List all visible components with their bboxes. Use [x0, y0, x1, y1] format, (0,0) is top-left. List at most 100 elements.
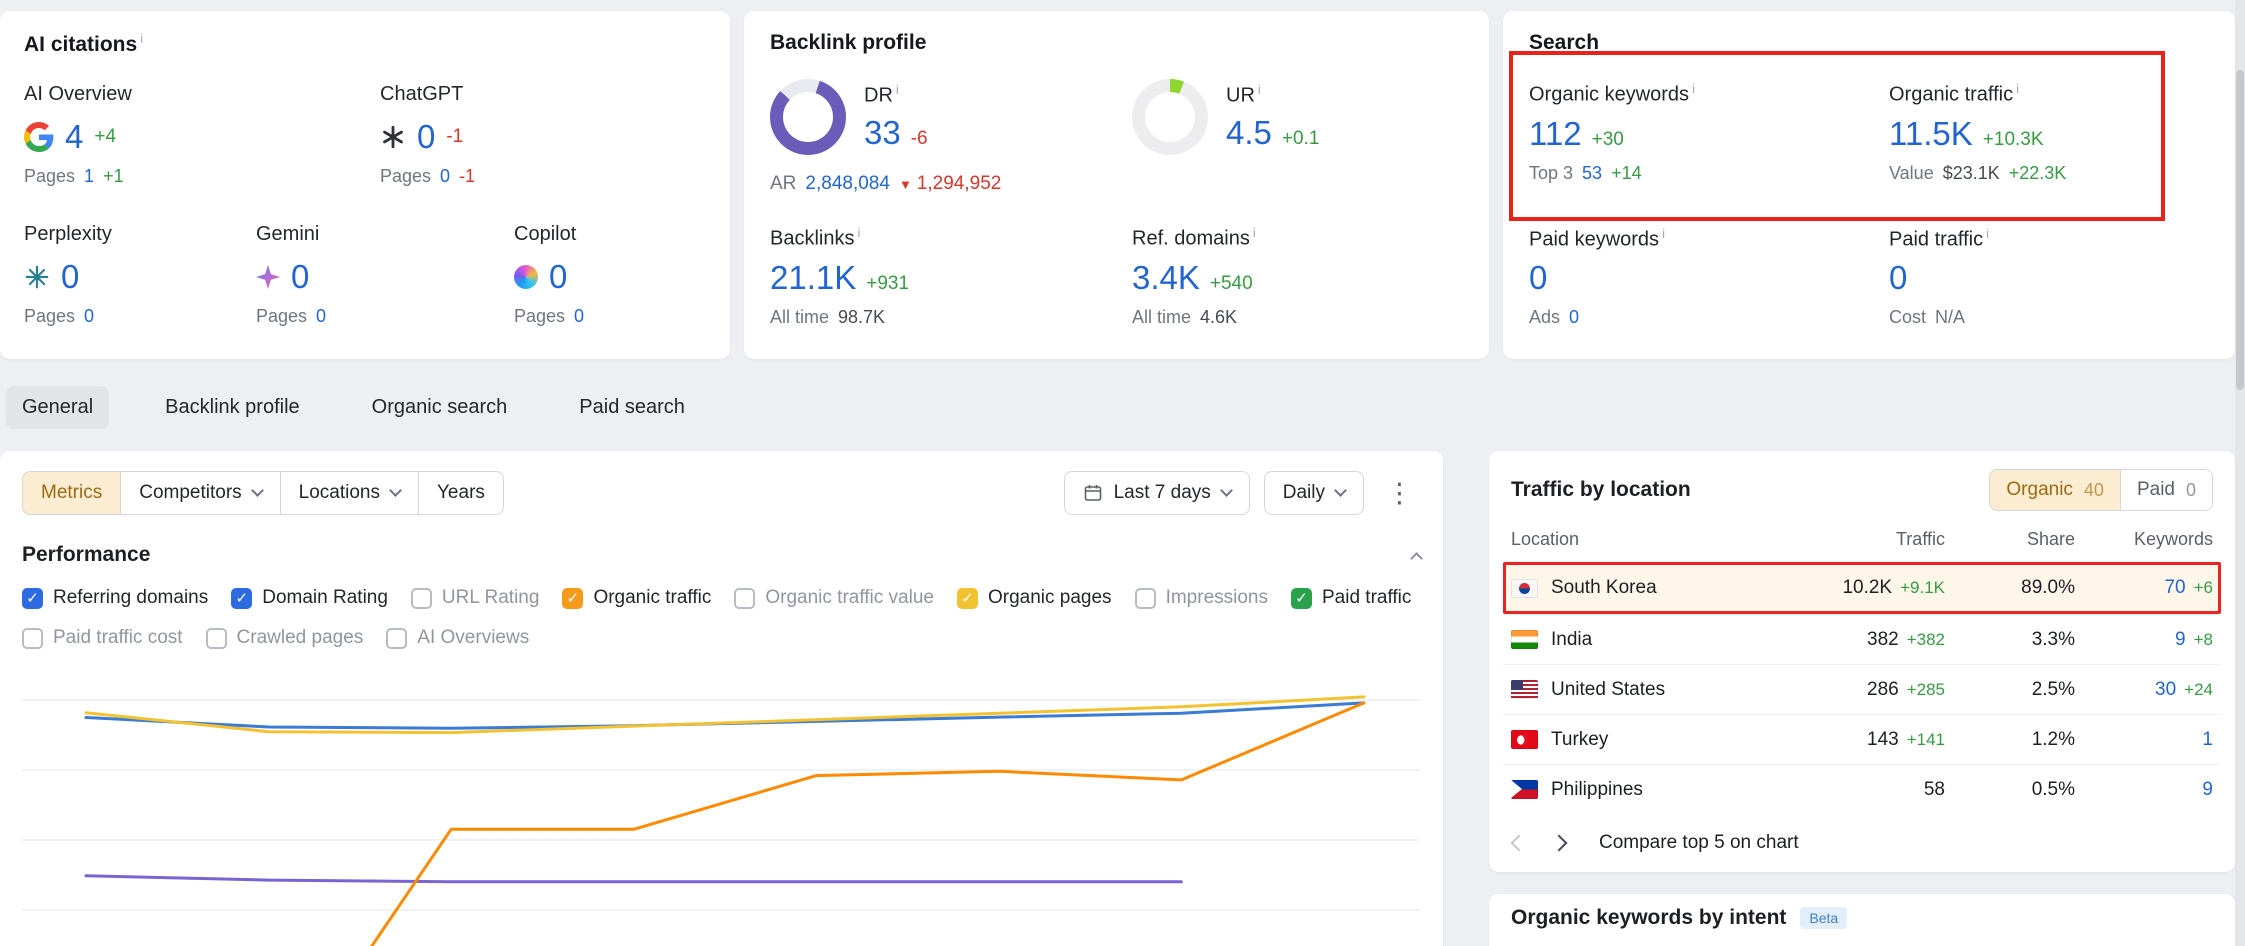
location-row[interactable]: South Korea10.2K+9.1K89.0%70+6: [1503, 562, 2221, 614]
pages-value[interactable]: 1: [84, 166, 94, 187]
scrollbar[interactable]: [2235, 0, 2245, 946]
ai-citation-value[interactable]: 0: [417, 118, 435, 156]
dr-label: DR: [864, 85, 893, 107]
metric-toggle-organic-traffic[interactable]: ✓Organic traffic: [562, 587, 711, 609]
ref-domains-block: Ref. domainsi 3.4K +540 All time 4.6K: [1132, 225, 1463, 328]
keywords-cell: 9+8: [2075, 629, 2213, 651]
metric-toggle-organic-traffic-value[interactable]: Organic traffic value: [734, 587, 934, 609]
more-options-button[interactable]: ⋮: [1378, 476, 1421, 511]
ai-source-name: AI Overview: [24, 83, 380, 106]
metric-toggle-referring-domains[interactable]: ✓Referring domains: [22, 587, 208, 609]
location-row[interactable]: India382+3823.3%9+8: [1503, 614, 2221, 664]
metric-toggle-organic-pages[interactable]: ✓Organic pages: [957, 587, 1112, 609]
date-range-label: Last 7 days: [1114, 482, 1211, 504]
granularity-dropdown[interactable]: Daily: [1264, 471, 1364, 515]
ai-source-name: Gemini: [256, 223, 514, 246]
keywords-value[interactable]: 30: [2155, 679, 2176, 701]
traffic-by-location-card: Traffic by location Organic 40 Paid 0: [1489, 451, 2235, 872]
granularity-label: Daily: [1283, 482, 1325, 504]
ai-citation-value[interactable]: 0: [549, 258, 567, 296]
ai-citation-value[interactable]: 4: [65, 118, 83, 156]
location-cell: India: [1511, 629, 1745, 651]
metric-toggle-impressions[interactable]: Impressions: [1135, 587, 1268, 609]
location-name: South Korea: [1551, 577, 1657, 599]
ai-citation-value[interactable]: 0: [61, 258, 79, 296]
metric-toggle-url-rating[interactable]: URL Rating: [411, 587, 540, 609]
pages-value[interactable]: 0: [84, 306, 94, 327]
chevron-down-icon: [1220, 484, 1233, 497]
top3-value[interactable]: 53: [1582, 163, 1602, 184]
location-name: Philippines: [1551, 779, 1643, 801]
organic-toggle[interactable]: Organic 40: [1989, 469, 2120, 511]
ai-citation-value[interactable]: 0: [291, 258, 309, 296]
years-button[interactable]: Years: [418, 471, 504, 515]
paid-toggle[interactable]: Paid 0: [2120, 469, 2213, 511]
backlinks-value[interactable]: 21.1K: [770, 259, 856, 297]
info-icon: i: [896, 82, 899, 97]
pages-label: Pages: [24, 306, 75, 327]
backlinks-delta: +931: [866, 273, 909, 295]
tr-flag-icon: [1511, 730, 1538, 749]
tab-general[interactable]: General: [6, 386, 109, 429]
paid-traffic-value[interactable]: 0: [1889, 259, 1907, 297]
metric-label: Domain Rating: [262, 587, 388, 609]
us-flag-icon: [1511, 680, 1538, 699]
pages-value[interactable]: 0: [574, 306, 584, 327]
ar-label: AR: [770, 173, 796, 195]
collapse-chevron-icon[interactable]: [1410, 552, 1423, 565]
location-row[interactable]: Turkey143+1411.2%1: [1503, 714, 2221, 764]
dr-value[interactable]: 33: [864, 114, 901, 152]
metrics-button[interactable]: Metrics: [22, 471, 120, 515]
metric-toggle-ai-overviews[interactable]: AI Overviews: [386, 627, 529, 649]
competitors-dropdown[interactable]: Competitors: [120, 471, 279, 515]
scrollbar-thumb[interactable]: [2236, 70, 2244, 390]
organic-keywords-value[interactable]: 112: [1529, 115, 1582, 153]
pages-value[interactable]: 0: [440, 166, 450, 187]
ur-value[interactable]: 4.5: [1226, 114, 1272, 152]
next-page-icon[interactable]: [1551, 835, 1568, 852]
metric-label: Referring domains: [53, 587, 208, 609]
ai-citations-title-text: AI citations: [24, 33, 137, 56]
share-value: 3.3%: [2032, 629, 2075, 651]
keywords-value[interactable]: 70: [2164, 577, 2185, 599]
info-icon: i: [857, 225, 860, 240]
location-row[interactable]: Philippines580.5%9: [1503, 764, 2221, 814]
tab-backlink-profile[interactable]: Backlink profile: [149, 386, 316, 429]
keywords-value[interactable]: 9: [2202, 779, 2213, 801]
metric-label: Impressions: [1166, 587, 1268, 609]
location-row[interactable]: United States286+2852.5%30+24: [1503, 664, 2221, 714]
ur-delta: +0.1: [1282, 128, 1320, 150]
ref-domains-value[interactable]: 3.4K: [1132, 259, 1200, 297]
ar-value[interactable]: 2,848,084: [805, 173, 890, 195]
value-delta: +22.3K: [2009, 163, 2067, 184]
tab-organic-search[interactable]: Organic search: [356, 386, 524, 429]
ads-value[interactable]: 0: [1569, 307, 1579, 328]
compare-top5-link[interactable]: Compare top 5 on chart: [1599, 832, 1799, 854]
metric-label: Organic traffic: [593, 587, 711, 609]
info-icon: i: [2016, 81, 2019, 96]
backlinks-label: Backlinks: [770, 228, 854, 250]
locations-dropdown[interactable]: Locations: [280, 471, 418, 515]
paid-keywords-value[interactable]: 0: [1529, 259, 1547, 297]
pages-value[interactable]: 0: [316, 306, 326, 327]
metric-label: Organic traffic value: [765, 587, 934, 609]
performance-chart[interactable]: [22, 673, 1420, 946]
previous-page-icon[interactable]: [1511, 835, 1528, 852]
traffic-delta: +382: [1907, 630, 1945, 650]
organic-traffic-delta: +10.3K: [1983, 129, 2044, 151]
main-content-row: Metrics Competitors Locations Years Last…: [0, 451, 2245, 946]
tab-paid-search[interactable]: Paid search: [563, 386, 701, 429]
metric-toggle-domain-rating[interactable]: ✓Domain Rating: [231, 587, 388, 609]
metric-toggle-crawled-pages[interactable]: Crawled pages: [206, 627, 364, 649]
metric-toggle-paid-traffic-cost[interactable]: Paid traffic cost: [22, 627, 183, 649]
traffic-cell: 58: [1745, 779, 1945, 801]
paid-keywords-block: Paid keywordsi 0 Ads 0: [1529, 226, 1889, 329]
keywords-value[interactable]: 9: [2175, 629, 2186, 651]
date-range-dropdown[interactable]: Last 7 days: [1064, 471, 1250, 515]
metric-toggle-paid-traffic[interactable]: ✓Paid traffic: [1291, 587, 1411, 609]
keywords-value[interactable]: 1: [2202, 729, 2213, 751]
ai-source-name: Perplexity: [24, 223, 256, 246]
checkbox-icon: [206, 628, 227, 649]
column-share: Share: [1945, 529, 2075, 550]
organic-traffic-value[interactable]: 11.5K: [1889, 115, 1973, 153]
